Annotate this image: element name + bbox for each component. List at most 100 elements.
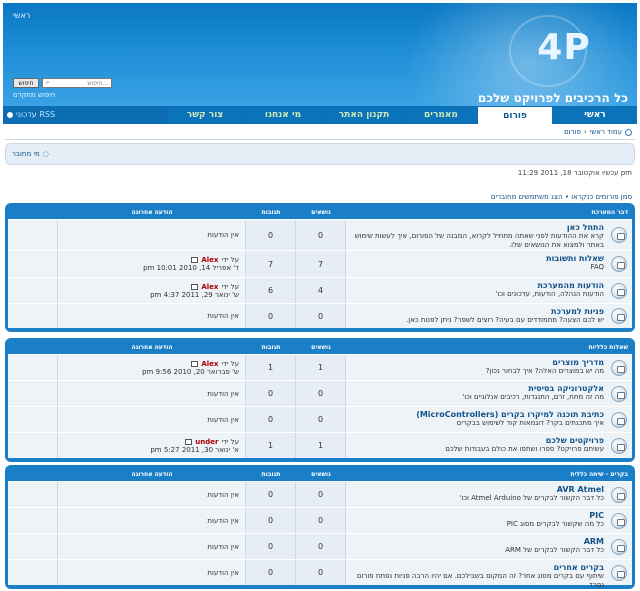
mark-forums-read-link[interactable]: סמן פורומים כנקראו • הצג משתמשים מחוברים bbox=[491, 193, 632, 201]
last-post-cell: אין הודעות bbox=[58, 560, 246, 585]
row-spacer bbox=[8, 534, 58, 559]
breadcrumb-home[interactable]: עמוד ראשי bbox=[590, 128, 622, 136]
forum-read-icon bbox=[611, 512, 627, 529]
topics-count: 0 bbox=[296, 381, 346, 406]
topics-count: 1 bbox=[296, 433, 346, 458]
search-input[interactable]: ⌕ חיפוש... bbox=[42, 78, 112, 88]
forum-description: FAQ bbox=[590, 263, 604, 271]
forum-title-link[interactable]: PIC bbox=[350, 511, 604, 520]
forum-cell: AVR Atmel כל דבר הקשור לבקרים של Atmel Ar… bbox=[346, 482, 632, 507]
search-icon: ⌕ bbox=[46, 79, 50, 86]
goto-post-icon[interactable] bbox=[191, 257, 199, 263]
breadcrumb-separator: ‹ bbox=[583, 128, 587, 136]
forum-cell: הודעות מהמערכת הודעות הנהלה, הודעות, עדכו… bbox=[346, 278, 632, 303]
forum-row: כתיבת תוכנה למיקרו בקרים (MicroControlle… bbox=[8, 406, 632, 432]
posts-count: 0 bbox=[246, 220, 296, 250]
last-post-user[interactable]: Alex bbox=[201, 360, 218, 368]
forum-description: יש לכם הצעה? מתמודדים עם בעיה? רוצים לשפ… bbox=[406, 316, 604, 324]
row-spacer bbox=[8, 381, 58, 406]
row-spacer bbox=[8, 433, 58, 458]
forum-title-link[interactable]: בקרים אחרים bbox=[350, 563, 604, 572]
last-post-cell: על ידי Alex ש' פברואר 20, 2010 9:56 pm bbox=[58, 355, 246, 380]
site-header: 4P כל הרכיבים לפרויקט שלכם ראשי חיפוש ⌕ … bbox=[3, 3, 637, 106]
forum-description: עשיתם פרויקט? ספרו ושתפו את כולם בעבודות… bbox=[445, 445, 604, 453]
forum-title-link[interactable]: הודעות מהמערכת bbox=[350, 281, 604, 290]
goto-post-icon[interactable] bbox=[191, 283, 199, 290]
forum-title-link[interactable]: כתיבת תוכנה למיקרו בקרים (MicroControlle… bbox=[350, 410, 604, 419]
forum-description: איך מתכנתים בקר? דוגמאות קוד לשימוש בבקר… bbox=[456, 419, 604, 427]
last-post-user[interactable]: Alex bbox=[201, 283, 218, 291]
rss-label: עדכוני RSS bbox=[16, 110, 56, 119]
topics-count: 0 bbox=[296, 508, 346, 533]
site-logo[interactable]: 4P bbox=[499, 27, 629, 68]
goto-post-icon[interactable] bbox=[191, 360, 199, 367]
topics-count: 7 bbox=[296, 251, 346, 277]
last-post-cell: אין הודעות bbox=[58, 220, 246, 250]
forum-read-icon bbox=[611, 385, 627, 402]
forum-title-link[interactable]: אלקטרוניקה בסיסית bbox=[350, 384, 604, 393]
divider bbox=[5, 139, 635, 140]
row-spacer bbox=[8, 304, 58, 328]
topics-count: 0 bbox=[296, 304, 346, 328]
last-post-user[interactable]: under bbox=[195, 438, 218, 446]
forum-row: PIC כל מה שקשור לבקרים מסוג PIC 0 0 אין הודע… bbox=[8, 507, 632, 533]
top-home-link[interactable]: ראשי bbox=[13, 11, 30, 20]
last-post-cell: על ידי Alex ד' אפריל 14, 2010 10:01 pm bbox=[58, 251, 246, 277]
column-posts: תגובות bbox=[261, 471, 281, 478]
info-bar: מי מחובר ◌ bbox=[5, 143, 635, 165]
forum-row: מדריך מוצרים מה יש במוצרים האלה? איך לבחו… bbox=[8, 354, 632, 380]
forum-title-link[interactable]: ARM bbox=[350, 537, 604, 546]
last-post-cell: על ידי under א' ינואר 30, 2011 5:27 pm bbox=[58, 433, 246, 458]
breadcrumb-forum[interactable]: פורום bbox=[564, 128, 581, 136]
no-posts-label: אין הודעות bbox=[207, 231, 239, 239]
nav-item-articles[interactable]: מאמרים bbox=[405, 107, 477, 123]
forum-title-link[interactable]: פניות למערכת bbox=[350, 307, 604, 316]
last-post-user[interactable]: Alex bbox=[201, 256, 218, 264]
nav-item-contact[interactable]: צור קשר bbox=[168, 107, 242, 123]
forum-description: כל דבר הקשור לבקרים של ARM bbox=[505, 546, 604, 554]
who-online-link[interactable]: מי מחובר ◌ bbox=[12, 150, 49, 158]
search-button[interactable]: חיפוש bbox=[13, 78, 39, 88]
category-title[interactable]: בקרים - שיחה כללית bbox=[346, 471, 632, 478]
last-post-cell: אין הודעות bbox=[58, 381, 246, 406]
search-placeholder: חיפוש... bbox=[87, 79, 108, 87]
posts-count: 1 bbox=[246, 433, 296, 458]
forum-read-icon bbox=[611, 359, 627, 376]
rss-link[interactable]: עדכוני RSS bbox=[7, 110, 55, 119]
posts-count: 0 bbox=[246, 534, 296, 559]
forum-cell: בקרים אחרים שיתוף עם בקרים מסוג אחר? זה ה… bbox=[346, 560, 632, 589]
forum-read-icon bbox=[611, 256, 627, 272]
category-title[interactable]: שאלות כלליות bbox=[346, 344, 632, 351]
forum-row: בקרים אחרים שיתוף עם בקרים מסוג אחר? זה ה… bbox=[8, 559, 632, 589]
home-icon bbox=[625, 128, 632, 136]
goto-post-icon[interactable] bbox=[185, 438, 193, 445]
row-spacer bbox=[8, 251, 58, 277]
forum-cell: אלקטרוניקה בסיסית מה זה מתח, זרם, התנגדות… bbox=[346, 381, 632, 406]
advanced-search-link[interactable]: חיפוש מתקדם bbox=[13, 91, 55, 99]
posts-count: 6 bbox=[246, 278, 296, 303]
forum-title-link[interactable]: שאלות ותשובות bbox=[350, 254, 604, 263]
column-last-post: הודעה אחרונה bbox=[131, 471, 173, 478]
who-online-label: מי מחובר bbox=[12, 150, 40, 158]
forum-title-link[interactable]: פרויקטים שלכם bbox=[350, 436, 604, 445]
forum-read-icon bbox=[611, 564, 627, 581]
forum-description: כל דבר הקשור לבקרים של Atmel Arduino וכו… bbox=[459, 494, 604, 502]
forum-row: אלקטרוניקה בסיסית מה זה מתח, זרם, התנגדות… bbox=[8, 380, 632, 406]
forum-cell: ARM כל דבר הקשור לבקרים של ARM bbox=[346, 534, 632, 559]
forum-title-link[interactable]: AVR Atmel bbox=[350, 485, 604, 494]
nav-item-about[interactable]: מי אנחנו bbox=[243, 107, 323, 123]
row-spacer bbox=[8, 508, 58, 533]
no-posts-label: אין הודעות bbox=[207, 389, 239, 398]
forum-description: מה זה מתח, זרם, התנגדות, רכיבים אנלוגיים… bbox=[462, 393, 604, 401]
forum-read-icon bbox=[611, 486, 627, 503]
last-post-by: על ידי under bbox=[64, 438, 239, 446]
nav-item-forum[interactable]: פורום bbox=[478, 107, 552, 124]
topics-count: 0 bbox=[296, 407, 346, 432]
forum-row: התחל כאן קרא את ההודעות לפני שאתה מתחיל ל… bbox=[8, 219, 632, 250]
nav-item-terms[interactable]: תקנון האתר bbox=[324, 107, 404, 123]
forum-title-link[interactable]: מדריך מוצרים bbox=[350, 358, 604, 367]
topics-count: 0 bbox=[296, 482, 346, 507]
category-title[interactable]: דבר המערכת bbox=[346, 209, 632, 216]
nav-item-home[interactable]: ראשי bbox=[553, 107, 637, 123]
forum-title-link[interactable]: התחל כאן bbox=[350, 223, 604, 232]
